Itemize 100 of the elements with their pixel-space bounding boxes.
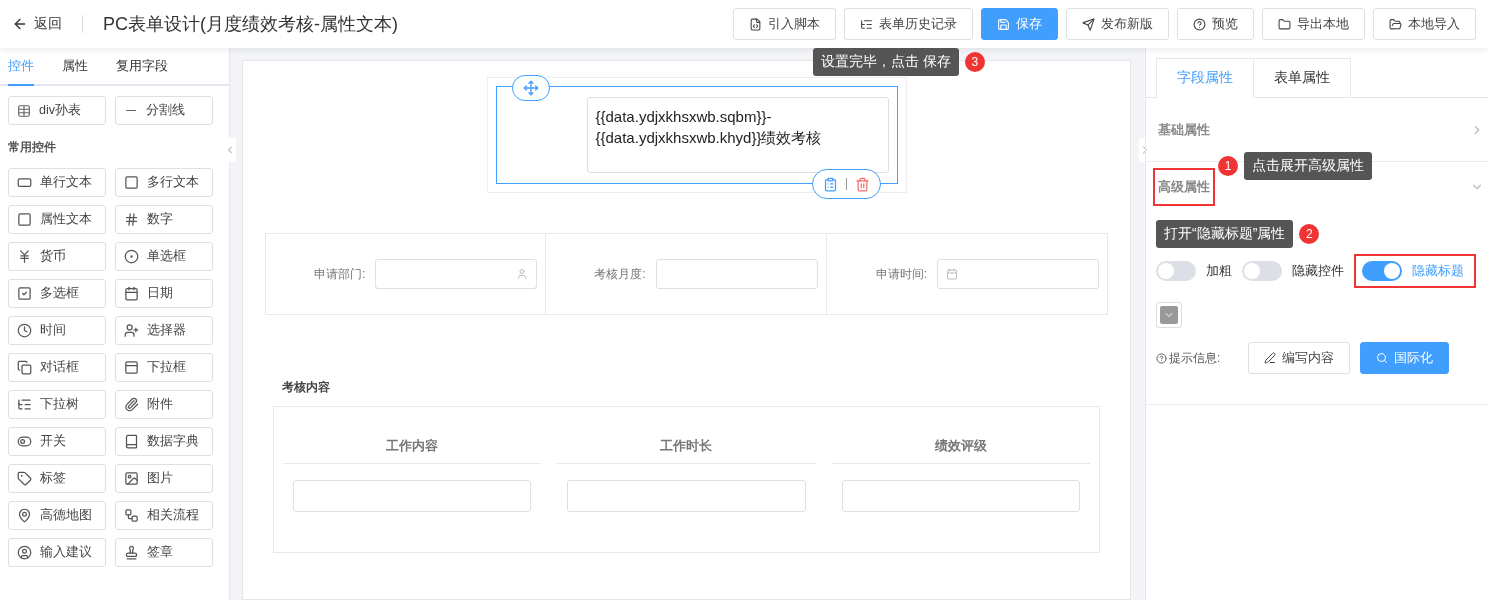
- section-title: 常用控件: [7, 139, 57, 156]
- input-field[interactable]: [937, 259, 1099, 289]
- back-link[interactable]: 返回: [12, 15, 83, 33]
- pen-icon: [1264, 352, 1277, 364]
- number-icon: [124, 212, 139, 227]
- control-item[interactable]: 选择器: [115, 316, 213, 345]
- dropdown-button[interactable]: [1156, 302, 1182, 328]
- yen-icon: [17, 249, 32, 264]
- delete-icon[interactable]: [854, 176, 870, 192]
- control-item[interactable]: 下拉树: [8, 390, 106, 419]
- textarea-icon: [124, 175, 139, 190]
- column-header: 工作内容: [283, 429, 542, 464]
- control-item[interactable]: 图片: [115, 464, 213, 493]
- control-item[interactable]: 对话框: [8, 353, 106, 382]
- action-button[interactable]: 编写内容: [1248, 342, 1351, 374]
- move-icon: [522, 80, 539, 96]
- control-item[interactable]: 单选框: [115, 242, 213, 271]
- field-label: 申请部门:: [314, 265, 366, 283]
- panel-tab[interactable]: 复用字段: [116, 48, 168, 84]
- control-item[interactable]: 下拉框: [115, 353, 213, 382]
- input-field[interactable]: [375, 259, 538, 289]
- book-icon: [124, 434, 139, 449]
- field-label: 申请时间:: [875, 265, 927, 283]
- table-icon: [17, 103, 31, 118]
- toggle-icon: [17, 434, 32, 449]
- toolbar-button[interactable]: 导出本地: [1262, 8, 1365, 40]
- move-handle[interactable]: [511, 75, 550, 101]
- toolbar-button[interactable]: 发布新版: [1066, 8, 1169, 40]
- help-icon: [1193, 17, 1206, 31]
- control-item[interactable]: div孙表: [8, 96, 106, 125]
- control-item[interactable]: 分割线: [115, 96, 213, 125]
- calendar-icon: [946, 268, 958, 280]
- send-icon: [1082, 17, 1095, 31]
- image-icon: [124, 471, 139, 486]
- clock-icon: [17, 323, 32, 338]
- section-header[interactable]: 高级属性: [1153, 168, 1215, 206]
- folder-icon: [1278, 17, 1291, 31]
- dropdown-icon: [124, 360, 139, 375]
- input-field[interactable]: [293, 480, 532, 512]
- radio-icon: [124, 249, 139, 264]
- control-item[interactable]: 开关: [8, 427, 106, 456]
- column-header: 绩效评级: [831, 429, 1090, 464]
- toolbar-button[interactable]: 本地导入: [1373, 8, 1476, 40]
- field-label: 考核月度:: [594, 265, 646, 283]
- help-icon: [1156, 352, 1167, 364]
- tooltip: 打开“隐藏标题”属性: [1156, 220, 1294, 248]
- control-item[interactable]: 数字: [115, 205, 213, 234]
- step-badge: 1: [1218, 156, 1238, 176]
- panel-tab[interactable]: 属性: [62, 48, 88, 84]
- flow-icon: [124, 508, 139, 523]
- input-field[interactable]: [567, 480, 806, 512]
- control-item[interactable]: 日期: [115, 279, 213, 308]
- tooltip: 设置完毕，点击 保存: [813, 48, 959, 76]
- section-header[interactable]: 基础属性: [1153, 110, 1215, 149]
- control-item[interactable]: 输入建议: [8, 538, 106, 567]
- control-item[interactable]: 多行文本: [115, 168, 213, 197]
- toggle-switch[interactable]: [1242, 261, 1282, 281]
- control-item[interactable]: 高德地图: [8, 501, 106, 530]
- input-field[interactable]: [655, 259, 818, 289]
- page-title: PC表单设计(月度绩效考核-属性文本): [103, 13, 399, 36]
- paperclip-icon: [124, 397, 139, 412]
- user-add-icon: [124, 323, 139, 338]
- user-icon: [516, 268, 529, 280]
- window-icon: [17, 360, 32, 375]
- column-header: 工作时长: [557, 429, 816, 464]
- toolbar-button[interactable]: 引入脚本: [733, 8, 836, 40]
- toolbar-button[interactable]: 预览: [1177, 8, 1254, 40]
- panel-tab[interactable]: 表单属性: [1253, 58, 1351, 98]
- map-pin-icon: [17, 508, 32, 523]
- line-icon: [126, 109, 136, 112]
- toggle-switch[interactable]: [1362, 261, 1402, 281]
- file-code-icon: [749, 17, 762, 31]
- switch-label: 隐藏控件: [1292, 262, 1344, 280]
- subtable-title: 考核内容: [282, 379, 331, 396]
- control-item[interactable]: 标签: [8, 464, 106, 493]
- control-item[interactable]: 属性文本: [8, 205, 106, 234]
- tooltip: 点击展开高级属性: [1244, 152, 1372, 180]
- step-badge: 2: [1299, 224, 1320, 244]
- switch-label: 隐藏标题: [1412, 262, 1464, 280]
- control-item[interactable]: 数据字典: [115, 427, 213, 456]
- folder-icon: [1389, 17, 1402, 31]
- calendar-icon: [124, 286, 139, 301]
- control-item[interactable]: 时间: [8, 316, 106, 345]
- control-item[interactable]: 多选框: [8, 279, 106, 308]
- switch-label: 加粗: [1206, 262, 1232, 280]
- input-icon: [17, 175, 32, 190]
- toggle-switch[interactable]: [1156, 261, 1196, 281]
- input-field[interactable]: [841, 480, 1080, 512]
- control-item[interactable]: 相关流程: [115, 501, 213, 530]
- copy-icon[interactable]: [822, 176, 838, 192]
- hint-label: 提示信息:: [1169, 349, 1221, 367]
- tree-icon: [17, 397, 32, 412]
- control-item[interactable]: 签章: [115, 538, 213, 567]
- checkbox-icon: [17, 286, 32, 301]
- toolbar-button[interactable]: 表单历史记录: [844, 8, 973, 40]
- control-item[interactable]: 货币: [8, 242, 106, 271]
- control-item[interactable]: 单行文本: [8, 168, 106, 197]
- control-item[interactable]: 附件: [115, 390, 213, 419]
- stamp-icon: [124, 545, 139, 560]
- textarea-icon: [17, 212, 32, 227]
